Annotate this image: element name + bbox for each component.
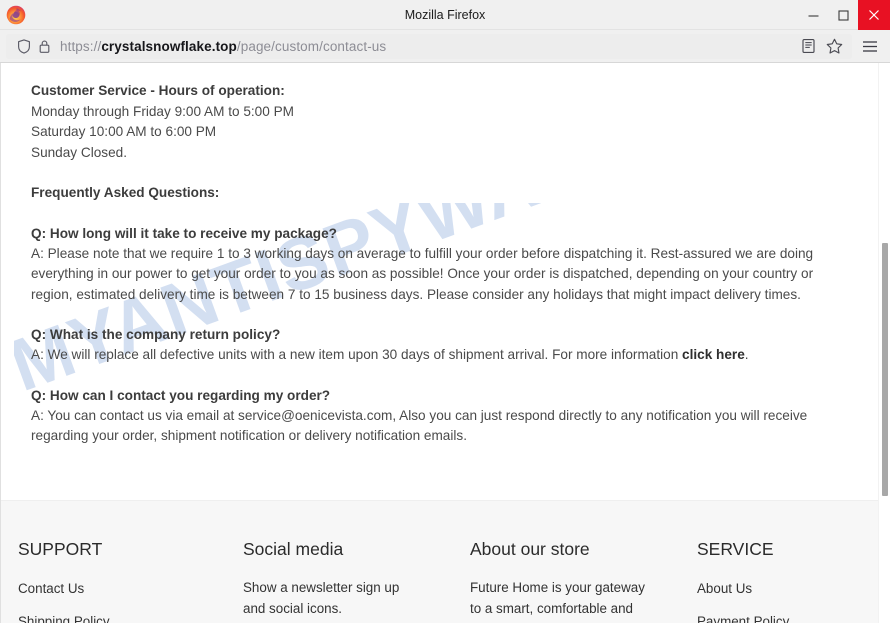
page-viewport: MYANTISPYWARE.COM Customer Service - Hou… [0, 63, 890, 623]
faq-answer: A: We will replace all defective units w… [31, 345, 843, 365]
footer-column-text: Future Home is your gateway to a smart, … [470, 580, 645, 623]
hours-heading: Customer Service - Hours of operation: [31, 83, 285, 98]
hours-line: Saturday 10:00 AM to 6:00 PM [31, 124, 217, 139]
faq-answer-text: A: We will replace all defective units w… [31, 347, 683, 363]
minimize-button[interactable] [798, 0, 828, 30]
page-content: Customer Service - Hours of operation: M… [0, 63, 878, 447]
padlock-icon[interactable] [34, 36, 54, 56]
bookmark-star-icon[interactable] [822, 34, 846, 58]
page-scrollbar[interactable] [878, 63, 890, 623]
address-bar-actions [796, 34, 846, 58]
faq-item: Q: What is the company return policy? A:… [31, 325, 847, 366]
close-button[interactable] [858, 0, 890, 30]
window-controls [798, 0, 890, 30]
url-domain: crystalsnowflake.top [101, 38, 237, 54]
site-footer: SUPPORT Contact Us Shipping Policy Socia… [0, 500, 878, 623]
maximize-button[interactable] [828, 0, 858, 30]
footer-column-service: SERVICE About Us Payment Policy [697, 538, 877, 623]
footer-column-title: Social media [243, 539, 344, 559]
footer-column-about-our-store: About our store Future Home is your gate… [470, 538, 697, 623]
footer-column-title: About our store [470, 539, 590, 559]
faq-question: Q: What is the company return policy? [31, 326, 281, 342]
faq-item: Q: How long will it take to receive my p… [31, 224, 847, 305]
footer-column-title: SERVICE [697, 539, 774, 559]
faq-answer-tail: . [744, 347, 749, 363]
window-title: Mozilla Firefox [404, 7, 486, 22]
return-policy-link[interactable]: click here [682, 347, 745, 362]
firefox-browser-window: Mozilla Firefox https://crystalsnowflake… [0, 0, 890, 624]
footer-column-title: SUPPORT [18, 539, 103, 559]
faq-question: Q: How can I contact you regarding my or… [31, 387, 331, 403]
footer-link-payment-policy[interactable]: Payment Policy [697, 611, 877, 623]
footer-link-shipping-policy[interactable]: Shipping Policy [18, 611, 243, 623]
shield-icon[interactable] [14, 36, 34, 56]
hamburger-menu-icon[interactable] [856, 33, 884, 59]
footer-column-support: SUPPORT Contact Us Shipping Policy [18, 538, 243, 623]
footer-column-social-media: Social media Show a newsletter sign up a… [243, 538, 470, 623]
navigation-toolbar: https://crystalsnowflake.top/page/custom… [0, 30, 890, 63]
web-page: MYANTISPYWARE.COM Customer Service - Hou… [0, 63, 878, 623]
reader-view-icon[interactable] [796, 34, 820, 58]
faq-answer: A: You can contact us via email at servi… [31, 408, 808, 444]
hours-line: Monday through Friday 9:00 AM to 5:00 PM [31, 103, 294, 119]
url-path: /page/custom/contact-us [236, 38, 387, 54]
footer-link-about-us[interactable]: About Us [697, 578, 877, 600]
hours-line: Sunday Closed. [31, 144, 127, 160]
faq-answer: A: Please note that we require 1 to 3 wo… [31, 246, 814, 302]
faq-heading: Frequently Asked Questions: [31, 185, 220, 200]
title-bar: Mozilla Firefox [0, 0, 890, 30]
viewport-left-edge [0, 63, 1, 623]
faq-item: Q: How can I contact you regarding my or… [31, 386, 847, 447]
footer-link-contact-us[interactable]: Contact Us [18, 578, 243, 600]
url-scheme: https:// [60, 38, 102, 54]
faq-question: Q: How long will it take to receive my p… [31, 225, 337, 241]
url-text[interactable]: https://crystalsnowflake.top/page/custom… [60, 39, 792, 54]
scrollbar-thumb[interactable] [882, 243, 888, 496]
footer-columns: SUPPORT Contact Us Shipping Policy Socia… [0, 501, 878, 623]
address-bar[interactable]: https://crystalsnowflake.top/page/custom… [6, 33, 852, 59]
firefox-logo-icon [6, 5, 26, 25]
footer-column-text: Show a newsletter sign up and social ico… [243, 580, 400, 616]
